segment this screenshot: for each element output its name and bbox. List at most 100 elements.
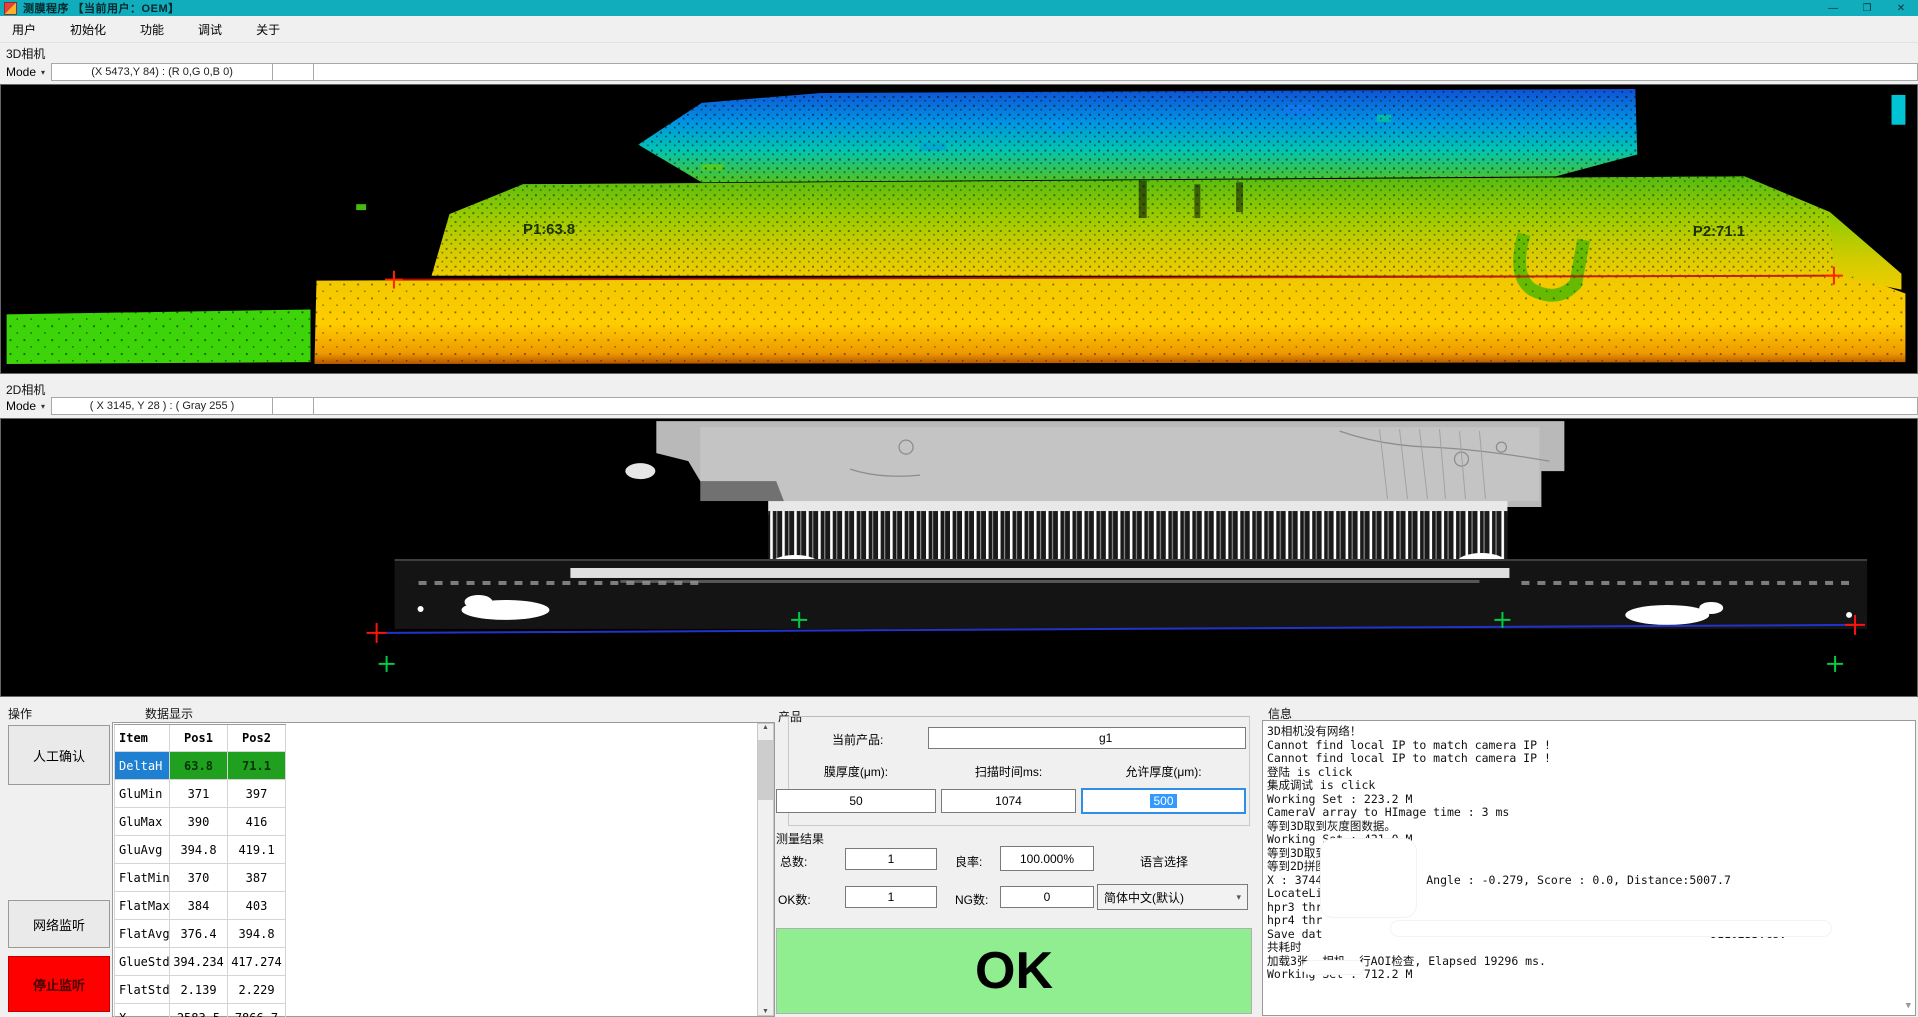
ng-count-field[interactable]: 0 xyxy=(1000,886,1094,908)
table-row[interactable]: GluMax 390 416 xyxy=(114,808,286,836)
cell-pos2: 7866.7 xyxy=(228,1004,286,1017)
log-line: 3D相机没有网络！ xyxy=(1267,725,1913,739)
cell-pos2: 2.229 xyxy=(228,976,286,1003)
table-row[interactable]: GluMin 371 397 xyxy=(114,780,286,808)
log-line: 加载3张 相机 行AOI检查, Elapsed 19296 ms. xyxy=(1267,955,1913,969)
ng-count-label: NG数: xyxy=(955,891,988,908)
menu-init[interactable]: 初始化 xyxy=(66,19,110,40)
app-window: 测膜程序 【当前用户：OEM】 — ❐ ✕ 用户 初始化 功能 调试 关于 3D… xyxy=(0,0,1918,1017)
cell-pos2: 417.274 xyxy=(228,948,286,975)
cell-item: FlatStd xyxy=(114,976,170,1003)
camera3d-heightmap: P1:63.8 P2:71.1 xyxy=(1,85,1917,373)
maximize-icon[interactable]: ❐ xyxy=(1850,0,1884,16)
camera3d-coords-status: (X 5473,Y 84) : (R 0,G 0,B 0) xyxy=(51,63,273,81)
app-icon xyxy=(4,2,17,15)
table-row[interactable]: DeltaH 63.8 71.1 xyxy=(114,752,286,780)
cell-pos1: 394.8 xyxy=(170,836,228,863)
cell-item: GluMin xyxy=(114,780,170,807)
log-line: Working Set : 223.2 M xyxy=(1267,793,1913,807)
cell-pos2: 403 xyxy=(228,892,286,919)
table-row[interactable]: GlueStd 394.234 417.274 xyxy=(114,948,286,976)
film-thickness-label: 膜厚度(μm): xyxy=(776,763,936,780)
table-row[interactable]: GluAvg 394.8 419.1 xyxy=(114,836,286,864)
camera3d-toolbar: Mode ▾ (X 5473,Y 84) : (R 0,G 0,B 0) xyxy=(0,62,1918,82)
scroll-up-icon[interactable]: ▲ xyxy=(762,724,769,731)
cell-pos2: 416 xyxy=(228,808,286,835)
camera3d-mode-label: Mode xyxy=(6,65,36,79)
network-listen-button[interactable]: 网络监听 xyxy=(8,900,110,948)
current-product-label: 当前产品: xyxy=(832,731,883,748)
info-log[interactable]: 3D相机没有网络！ Cannot find local IP to match … xyxy=(1262,720,1916,1016)
camera3d-status-segment2 xyxy=(314,63,1918,81)
redaction-blob xyxy=(1303,961,1363,974)
manual-confirm-button[interactable]: 人工确认 xyxy=(8,725,110,785)
log-line: Working Set : 712.2 M xyxy=(1267,968,1913,982)
camera2d-status-segment xyxy=(273,397,314,415)
table-row[interactable]: X 2583.5 7866.7 xyxy=(114,1004,286,1017)
table-row[interactable]: FlatMin 370 387 xyxy=(114,864,286,892)
cell-item: GluAvg xyxy=(114,836,170,863)
chevron-down-icon: ▾ xyxy=(1236,892,1241,903)
cell-pos1: 376.4 xyxy=(170,920,228,947)
chevron-down-icon: ▾ xyxy=(41,68,45,77)
yield-field[interactable]: 100.000% xyxy=(1000,846,1094,871)
camera2d-grayscale xyxy=(1,419,1917,696)
menu-user[interactable]: 用户 xyxy=(8,19,40,40)
allow-thickness-field[interactable]: 500 xyxy=(1081,788,1246,814)
language-select[interactable]: 简体中文(默认) ▾ xyxy=(1097,884,1248,910)
cell-item: FlatMin xyxy=(114,864,170,891)
redaction-blob xyxy=(1321,839,1416,917)
menu-debug[interactable]: 调试 xyxy=(194,19,226,40)
cell-item: X xyxy=(114,1004,170,1017)
table-row[interactable]: FlatStd 2.139 2.229 xyxy=(114,976,286,1004)
camera2d-mode-button[interactable]: Mode ▾ xyxy=(0,398,51,414)
menu-about[interactable]: 关于 xyxy=(252,19,284,40)
scrollbar-thumb[interactable] xyxy=(758,740,773,800)
scan-time-field[interactable]: 1074 xyxy=(941,789,1076,813)
cell-pos2: 419.1 xyxy=(228,836,286,863)
menu-function[interactable]: 功能 xyxy=(136,19,168,40)
ok-count-field[interactable]: 1 xyxy=(845,886,937,908)
scroll-down-icon[interactable]: ▼ xyxy=(1906,1000,1911,1014)
measure-table: Item Pos1 Pos2 DeltaH 63.8 71.1 GluMin 3… xyxy=(114,724,286,1017)
minimize-icon[interactable]: — xyxy=(1816,0,1850,16)
log-line: 登陆 is click xyxy=(1267,766,1913,780)
scan-time-label: 扫描时间ms: xyxy=(941,763,1076,780)
cell-item: GluMax xyxy=(114,808,170,835)
result-status-banner: OK xyxy=(776,928,1252,1014)
log-line: 共耗时 xyxy=(1267,941,1913,955)
cell-pos2: 387 xyxy=(228,864,286,891)
total-field[interactable]: 1 xyxy=(845,848,937,870)
window-controls: — ❐ ✕ xyxy=(1816,0,1918,16)
cell-pos1: 2583.5 xyxy=(170,1004,228,1017)
selected-text: 500 xyxy=(1150,794,1176,808)
cell-pos2: 71.1 xyxy=(228,752,286,779)
scroll-down-icon[interactable]: ▼ xyxy=(762,1008,769,1015)
camera3d-section-label: 3D相机 xyxy=(6,45,45,62)
table-row[interactable]: FlatAvg 376.4 394.8 xyxy=(114,920,286,948)
camera3d-mode-button[interactable]: Mode ▾ xyxy=(0,64,51,80)
film-thickness-field[interactable]: 50 xyxy=(776,789,936,813)
close-icon[interactable]: ✕ xyxy=(1884,0,1918,16)
stop-listen-button[interactable]: 停止监听 xyxy=(8,956,110,1012)
camera3d-view[interactable]: P1:63.8 P2:71.1 xyxy=(0,84,1918,374)
redaction-blob xyxy=(1391,921,1831,936)
camera3d-status-segment xyxy=(273,63,314,81)
p1-measure-label: P1:63.8 xyxy=(523,222,575,238)
cell-item: DeltaH xyxy=(114,752,170,779)
table-row[interactable]: FlatMax 384 403 xyxy=(114,892,286,920)
ok-count-label: OK数: xyxy=(778,891,811,908)
chevron-down-icon: ▾ xyxy=(41,402,45,411)
cell-pos1: 371 xyxy=(170,780,228,807)
col-pos2: Pos2 xyxy=(228,725,286,751)
cell-pos2: 394.8 xyxy=(228,920,286,947)
log-line: CameraV array to HImage time : 3 ms xyxy=(1267,806,1913,820)
current-product-field[interactable]: g1 xyxy=(928,727,1246,749)
log-line: 等到3D取到灰度图数据。 xyxy=(1267,820,1913,834)
cell-pos1: 370 xyxy=(170,864,228,891)
table-header: Item Pos1 Pos2 xyxy=(114,724,286,752)
camera2d-mode-label: Mode xyxy=(6,399,36,413)
data-display-scrollbar[interactable]: ▲ ▼ xyxy=(757,723,774,1016)
camera2d-view[interactable] xyxy=(0,418,1918,697)
col-pos1: Pos1 xyxy=(170,725,228,751)
